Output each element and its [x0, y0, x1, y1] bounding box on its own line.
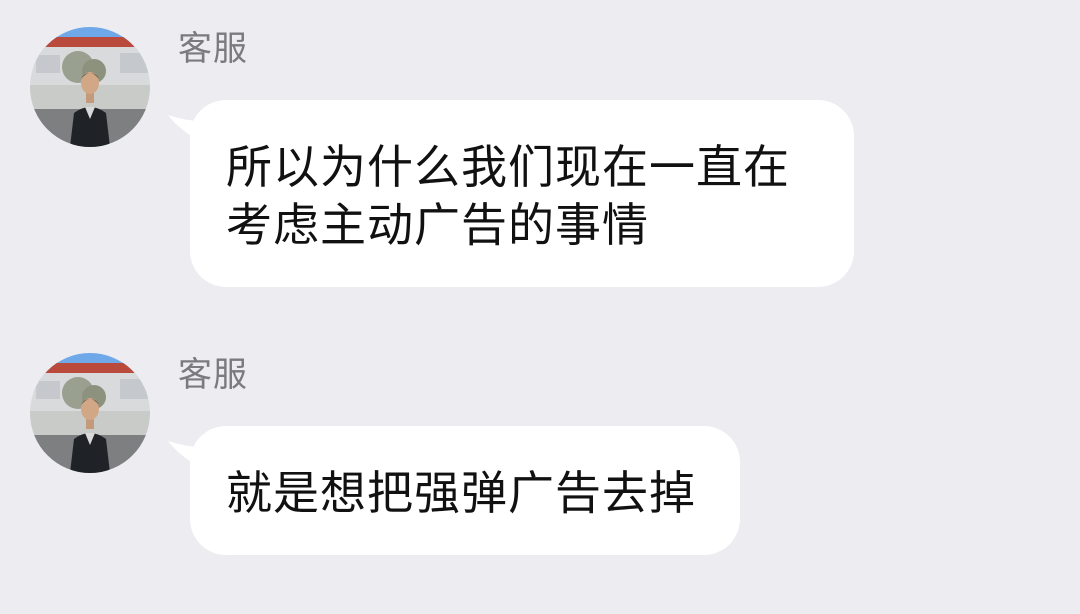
sender-name: 客服: [178, 355, 248, 395]
chat-screen: { "messages": [ { "sender": "客服", "lines…: [0, 0, 1080, 614]
avatar-photo: [30, 353, 150, 473]
message-bubble[interactable]: 就是想把强弹广告去掉: [190, 426, 740, 555]
message-text-line: 就是想把强弹广告去掉: [226, 466, 696, 520]
chat-message: 客服 就是想把强弹广告去掉: [0, 0, 1080, 614]
avatar[interactable]: [30, 353, 150, 473]
